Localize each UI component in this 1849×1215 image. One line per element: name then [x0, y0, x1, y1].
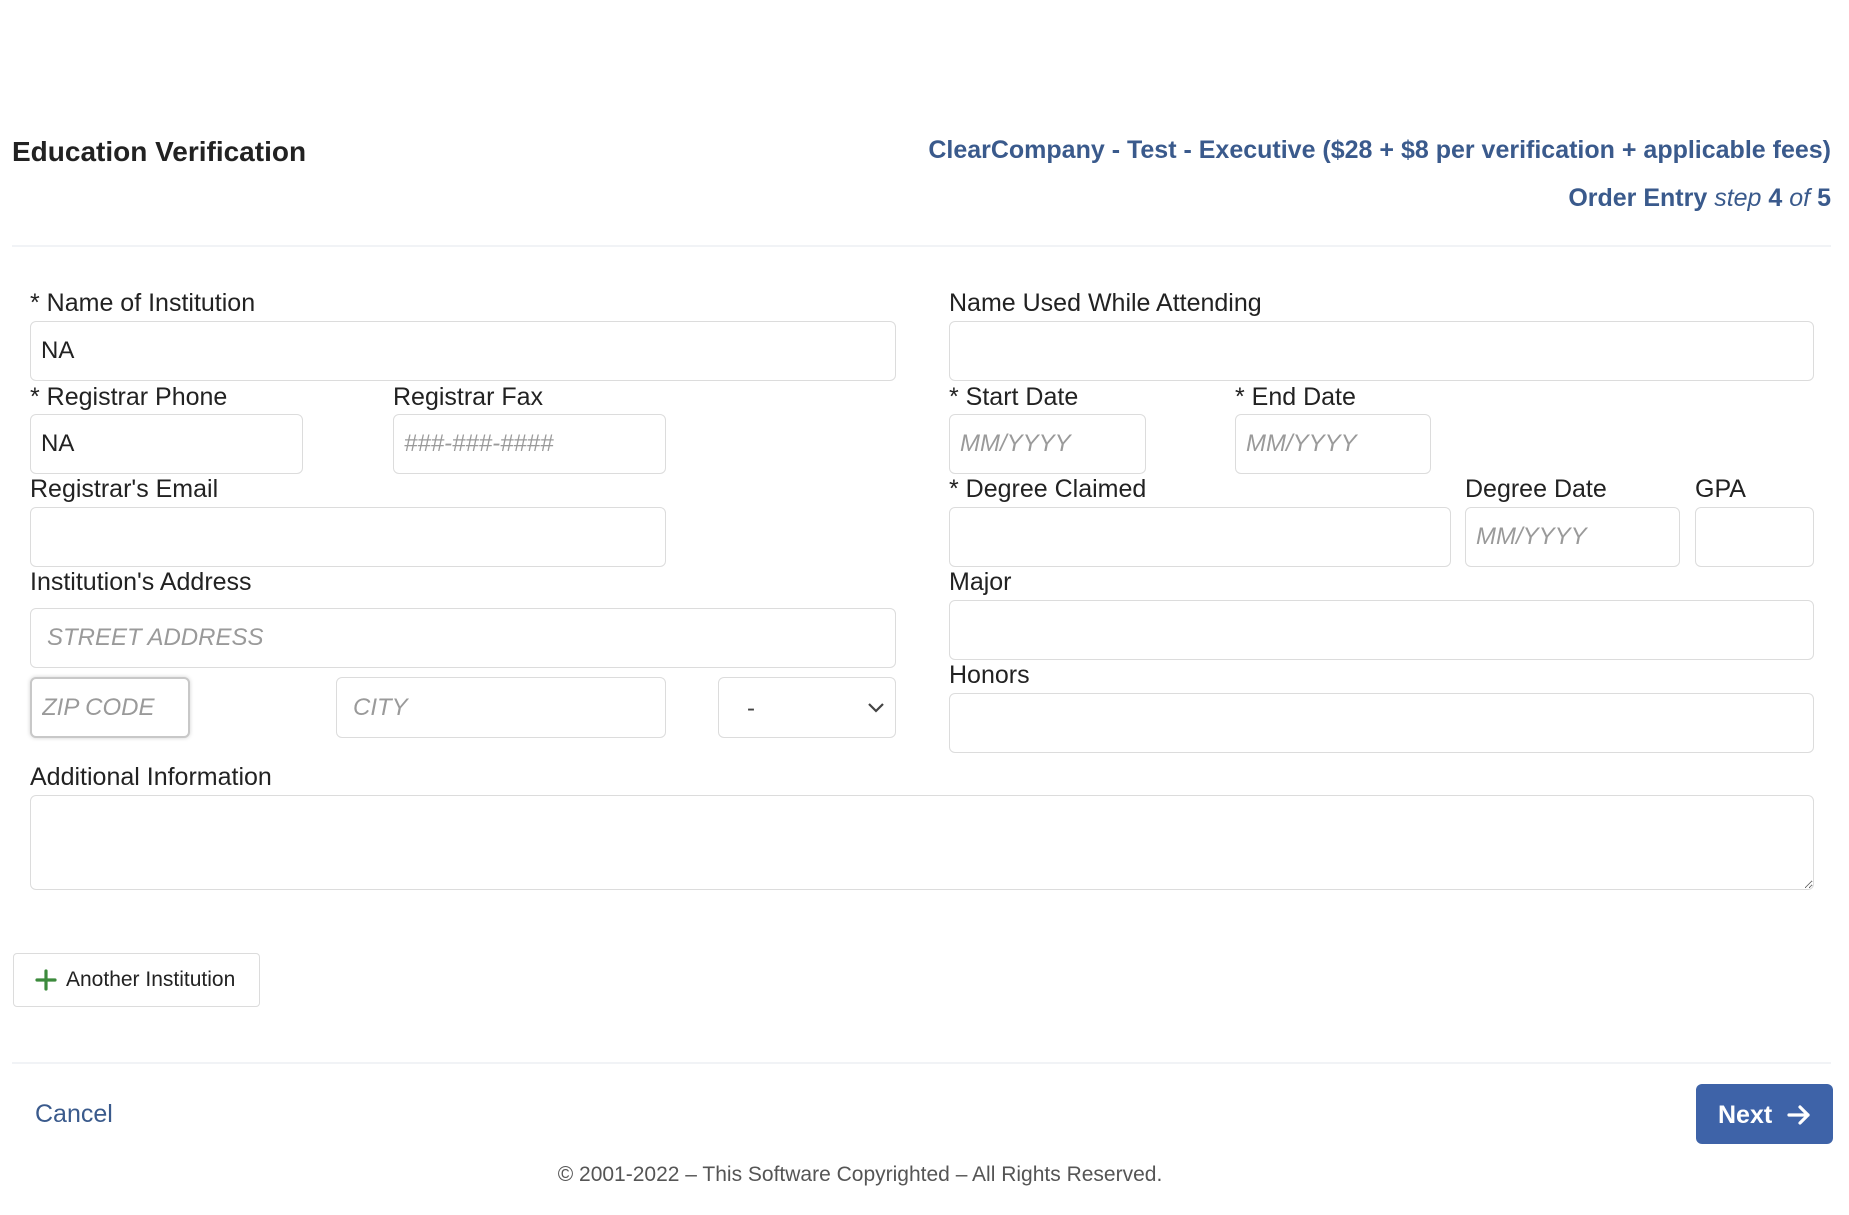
- header-divider: [12, 245, 1831, 247]
- major-label: Major: [949, 568, 1012, 596]
- step-word: step: [1714, 184, 1762, 212]
- step-indicator: Order Entry step 4 of 5: [1568, 184, 1831, 213]
- name-used-label: Name Used While Attending: [949, 289, 1262, 317]
- package-name: ClearCompany - Test - Executive ($28 + $…: [928, 136, 1831, 164]
- major-input[interactable]: [949, 600, 1814, 660]
- next-button[interactable]: Next: [1696, 1084, 1833, 1144]
- gpa-label: GPA: [1695, 475, 1746, 503]
- end-date-label: * End Date: [1235, 383, 1356, 411]
- arrow-right-icon: [1787, 1105, 1810, 1125]
- end-date-input[interactable]: [1235, 414, 1431, 474]
- step-current: 4: [1768, 184, 1783, 212]
- street-address-input[interactable]: [30, 608, 896, 668]
- degree-date-input[interactable]: [1465, 507, 1680, 567]
- zip-code-input[interactable]: [30, 677, 190, 738]
- add-institution-button[interactable]: Another Institution: [13, 953, 260, 1007]
- page-title: Education Verification: [12, 136, 307, 167]
- plus-icon: [35, 969, 57, 991]
- institution-name-label: * Name of Institution: [30, 289, 256, 317]
- cancel-link[interactable]: Cancel: [35, 1100, 113, 1129]
- registrar-email-input[interactable]: [30, 507, 666, 567]
- city-input[interactable]: [336, 677, 666, 738]
- additional-info-label: Additional Information: [30, 763, 272, 791]
- degree-date-label: Degree Date: [1465, 475, 1607, 503]
- registrar-fax-input[interactable]: [393, 414, 666, 474]
- step-label: Order Entry: [1568, 184, 1708, 212]
- registrar-phone-label: * Registrar Phone: [30, 383, 228, 411]
- start-date-input[interactable]: [949, 414, 1146, 474]
- degree-claimed-input[interactable]: [949, 507, 1451, 567]
- degree-claimed-label: * Degree Claimed: [949, 475, 1147, 503]
- start-date-label: * Start Date: [949, 383, 1079, 411]
- add-institution-label: Another Institution: [66, 968, 236, 991]
- step-total: 5: [1817, 184, 1831, 212]
- registrar-fax-label: Registrar Fax: [393, 383, 544, 411]
- chevron-down-icon: [868, 703, 884, 713]
- additional-info-textarea[interactable]: [30, 795, 1814, 890]
- institution-address-label: Institution's Address: [30, 568, 252, 596]
- copyright-text: © 2001-2022 – This Software Copyrighted …: [557, 1163, 1163, 1186]
- registrar-phone-input[interactable]: [30, 414, 303, 474]
- honors-input[interactable]: [949, 693, 1814, 753]
- next-label: Next: [1718, 1101, 1773, 1129]
- footer-divider: [12, 1062, 1831, 1064]
- state-select[interactable]: -: [718, 677, 896, 738]
- step-of: of: [1789, 184, 1811, 212]
- name-used-input[interactable]: [949, 321, 1814, 381]
- institution-name-input[interactable]: [30, 321, 896, 381]
- state-select-value: -: [747, 695, 755, 722]
- registrar-email-label: Registrar's Email: [30, 475, 219, 503]
- gpa-input[interactable]: [1695, 507, 1814, 567]
- education-verification-page: Education Verification ClearCompany - Te…: [0, 0, 1849, 1215]
- honors-label: Honors: [949, 661, 1030, 689]
